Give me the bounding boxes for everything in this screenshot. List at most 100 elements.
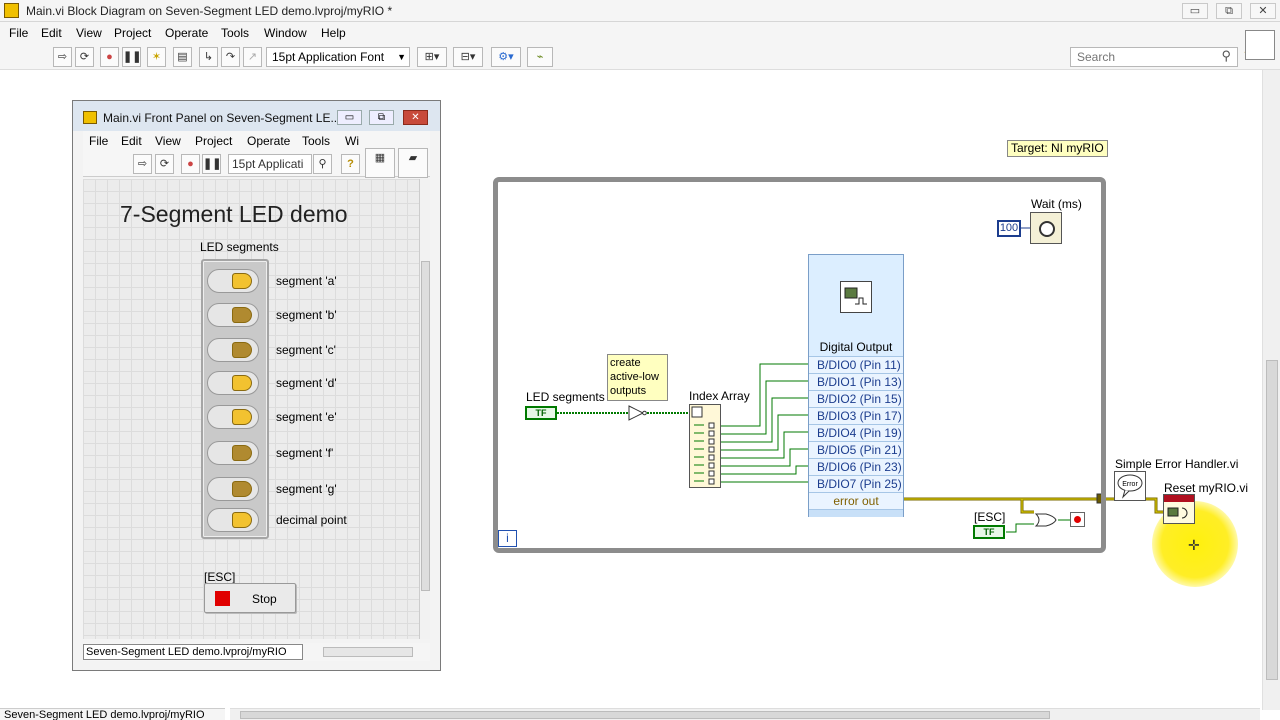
led-indicator[interactable]: [207, 441, 259, 465]
step-out-icon[interactable]: ↗: [243, 47, 262, 67]
fp-abort-icon[interactable]: ●: [181, 154, 200, 174]
run-arrow-icon[interactable]: ⇨: [53, 47, 72, 67]
fp-minimize-button[interactable]: ▭: [337, 110, 362, 125]
digital-output-icon: [840, 281, 872, 313]
restore-button[interactable]: ⧉: [1216, 3, 1242, 19]
horizontal-scrollbar[interactable]: [230, 708, 1260, 720]
pin-dio4[interactable]: B/DIO4 (Pin 19): [809, 424, 903, 441]
menu-operate[interactable]: Operate: [165, 26, 208, 40]
pin-dio5[interactable]: B/DIO5 (Pin 21): [809, 441, 903, 458]
fp-help-icon[interactable]: ?: [341, 154, 360, 174]
led-indicator[interactable]: [207, 371, 259, 395]
menu-project[interactable]: Project: [114, 26, 151, 40]
pin-dio1[interactable]: B/DIO1 (Pin 13): [809, 373, 903, 390]
pin-dio3[interactable]: B/DIO3 (Pin 17): [809, 407, 903, 424]
step-over-icon[interactable]: ↷: [221, 47, 240, 67]
fp-menu-operate[interactable]: Operate: [247, 134, 290, 148]
led-indicator[interactable]: [207, 338, 259, 362]
reorder-icon[interactable]: ⚙▾: [491, 47, 521, 67]
led-indicator[interactable]: [207, 303, 259, 327]
fp-menu-tools[interactable]: Tools: [302, 134, 330, 148]
led-indicator[interactable]: [207, 405, 259, 429]
labview-app-icon: [4, 3, 19, 18]
menu-file[interactable]: File: [9, 26, 28, 40]
fp-font-selector[interactable]: 15pt Applicati: [228, 154, 312, 174]
menu-view[interactable]: View: [76, 26, 102, 40]
error-handler-label: Simple Error Handler.vi: [1115, 457, 1239, 471]
search-icon[interactable]: ⚲: [1221, 48, 1231, 64]
simple-error-handler-vi[interactable]: Error: [1114, 471, 1146, 501]
fp-run-arrow-icon[interactable]: ⇨: [133, 154, 152, 174]
highlight-execution-icon[interactable]: ✶: [147, 47, 166, 67]
esc-label: [ESC]: [204, 570, 236, 584]
led-segments-terminal[interactable]: TF: [525, 406, 557, 420]
reset-label: Reset myRIO.vi: [1164, 481, 1249, 495]
distribute-objects-icon[interactable]: ⊟▾: [453, 47, 483, 67]
fp-search-icon[interactable]: ⚲: [313, 154, 332, 174]
search-input[interactable]: [1075, 49, 1205, 65]
wait-constant[interactable]: 100: [997, 220, 1021, 237]
menu-help[interactable]: Help: [321, 26, 346, 40]
menu-edit[interactable]: Edit: [41, 26, 62, 40]
pause-icon[interactable]: ❚❚: [122, 47, 141, 67]
or-function-icon[interactable]: [1034, 512, 1058, 528]
fp-menu-project[interactable]: Project: [195, 134, 232, 148]
index-array-icon: [691, 406, 715, 485]
led-indicator[interactable]: [207, 477, 259, 501]
search-box[interactable]: ⚲: [1070, 47, 1238, 67]
clean-up-diagram-icon[interactable]: ⌁: [527, 47, 553, 67]
fp-vertical-scrollbar[interactable]: [419, 179, 430, 639]
fp-restore-button[interactable]: ⧉: [369, 110, 394, 125]
stop-terminal[interactable]: TF: [973, 525, 1005, 539]
not-function-icon[interactable]: [627, 404, 647, 422]
fp-menu-edit[interactable]: Edit: [121, 134, 142, 148]
wait-ms-function[interactable]: [1030, 212, 1062, 244]
abort-icon[interactable]: ●: [100, 47, 119, 67]
fp-run-continuously-icon[interactable]: ⟳: [155, 154, 174, 174]
step-into-icon[interactable]: ↳: [199, 47, 218, 67]
fp-scroll-thumb[interactable]: [421, 261, 430, 591]
error-out-terminal[interactable]: error out: [809, 492, 903, 509]
hscroll-thumb[interactable]: [240, 711, 1050, 719]
pin-dio6[interactable]: B/DIO6 (Pin 23): [809, 458, 903, 475]
scroll-thumb[interactable]: [1266, 360, 1278, 680]
chevron-down-icon: ▼: [397, 52, 406, 62]
toolbar: ⇨ ⟳ ● ❚❚ ✶ ▤ ↳ ↷ ↗ 15pt Application Font…: [0, 44, 1280, 70]
led-cluster-label: LED segments: [200, 240, 279, 254]
loop-condition-terminal[interactable]: [1070, 512, 1085, 527]
pin-dio0[interactable]: B/DIO0 (Pin 11): [809, 356, 903, 373]
menu-window[interactable]: Window: [264, 26, 307, 40]
index-array-function[interactable]: [689, 404, 721, 488]
fp-horizontal-scrollbar[interactable]: [323, 647, 413, 657]
font-selector[interactable]: 15pt Application Font ▼: [266, 47, 410, 67]
led-lamp: [232, 445, 252, 461]
digital-output-express-vi[interactable]: Digital Output B/DIO0 (Pin 11) B/DIO1 (P…: [808, 254, 904, 517]
comment-label: create active-low outputs: [607, 354, 668, 401]
minimize-button[interactable]: ▭: [1182, 3, 1208, 19]
led-indicator[interactable]: [207, 508, 259, 532]
pin-dio2[interactable]: B/DIO2 (Pin 15): [809, 390, 903, 407]
align-objects-icon[interactable]: ⊞▾: [417, 47, 447, 67]
run-continuously-icon[interactable]: ⟳: [75, 47, 94, 67]
project-path: Seven-Segment LED demo.lvproj/myRIO: [0, 708, 225, 720]
expand-handle[interactable]: [809, 509, 903, 517]
menu-tools[interactable]: Tools: [221, 26, 249, 40]
fp-menu-view[interactable]: View: [155, 134, 181, 148]
reset-myrio-vi[interactable]: [1163, 494, 1195, 524]
vertical-scrollbar[interactable]: [1262, 70, 1280, 710]
retain-wire-values-icon[interactable]: ▤: [173, 47, 192, 67]
loop-iteration-terminal[interactable]: i: [498, 530, 517, 547]
window-titlebar: Main.vi Block Diagram on Seven-Segment L…: [0, 0, 1280, 22]
fp-menu-window[interactable]: Wi: [345, 134, 359, 148]
led-lamp: [232, 481, 252, 497]
fp-close-button[interactable]: ✕: [403, 110, 428, 125]
fp-menu-file[interactable]: File: [89, 134, 108, 148]
esc-label: [ESC]: [974, 510, 1006, 524]
front-panel-window[interactable]: Main.vi Front Panel on Seven-Segment LE.…: [72, 100, 441, 671]
led-indicator[interactable]: [207, 269, 259, 293]
pin-dio7[interactable]: B/DIO7 (Pin 25): [809, 475, 903, 492]
close-button[interactable]: ✕: [1250, 3, 1276, 19]
led-lamp: [232, 342, 252, 358]
fp-pause-icon[interactable]: ❚❚: [202, 154, 221, 174]
stop-button[interactable]: Stop: [204, 583, 296, 613]
